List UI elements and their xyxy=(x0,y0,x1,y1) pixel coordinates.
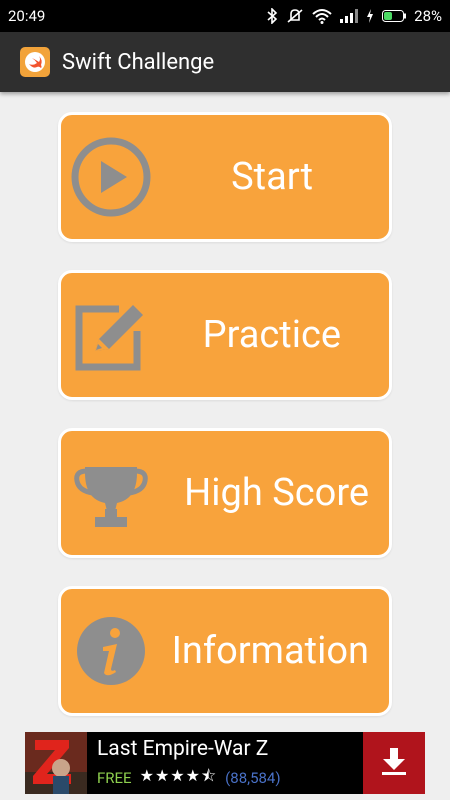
high-score-label: High Score xyxy=(184,471,369,515)
ad-banner[interactable]: Last Empire-War Z FREE ★★★★⯪ (88,584) xyxy=(25,732,425,794)
trophy-icon xyxy=(69,451,153,535)
information-label: Information xyxy=(171,629,369,673)
info-circle-icon xyxy=(69,609,153,693)
bluetooth-icon xyxy=(266,8,278,24)
download-icon xyxy=(379,746,409,780)
edit-pencil-icon xyxy=(69,293,153,377)
high-score-button[interactable]: High Score xyxy=(58,428,392,558)
ad-title[interactable]: Last Empire-War Z xyxy=(97,737,363,761)
information-button[interactable]: Information xyxy=(58,586,392,716)
swift-logo-icon xyxy=(20,47,50,77)
battery-icon xyxy=(382,10,407,22)
ad-price: FREE xyxy=(97,769,132,787)
practice-button[interactable]: Practice xyxy=(58,270,392,400)
status-time: 20:49 xyxy=(8,7,46,25)
app-bar: Swift Challenge xyxy=(0,32,450,92)
ad-app-icon[interactable] xyxy=(25,732,87,794)
ad-rating-stars-icon: ★★★★⯪ xyxy=(139,765,218,785)
status-bar: 20:49 28% xyxy=(0,0,450,32)
wifi-icon xyxy=(312,8,332,24)
mute-icon xyxy=(286,8,304,24)
ad-rating-count: (88,584) xyxy=(225,769,281,787)
signal-icon xyxy=(340,9,359,23)
ad-text[interactable]: Last Empire-War Z FREE ★★★★⯪ (88,584) xyxy=(87,735,363,792)
ad-meta: FREE ★★★★⯪ (88,584) xyxy=(97,765,363,792)
charging-icon xyxy=(366,9,374,23)
start-label: Start xyxy=(231,155,313,199)
main-menu: Start Practice High Score Information xyxy=(58,112,392,744)
app-title: Swift Challenge xyxy=(62,49,215,75)
battery-percent: 28% xyxy=(414,7,442,25)
download-button[interactable] xyxy=(363,732,425,794)
play-circle-icon xyxy=(69,135,153,219)
status-icons: 28% xyxy=(266,7,442,25)
practice-label: Practice xyxy=(202,313,341,357)
start-button[interactable]: Start xyxy=(58,112,392,242)
